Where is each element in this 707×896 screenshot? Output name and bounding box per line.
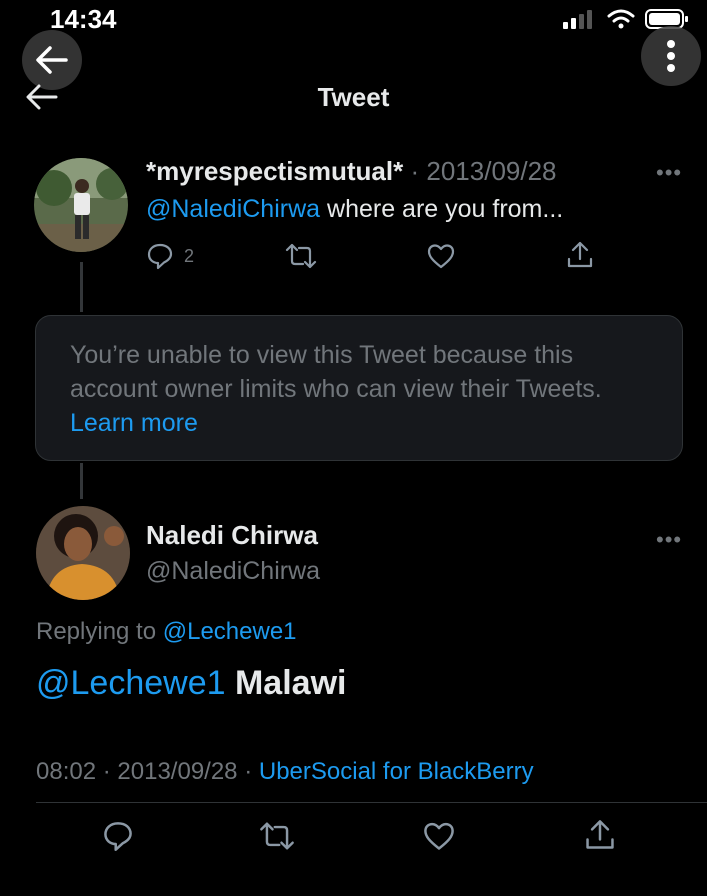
reply-icon <box>147 243 173 270</box>
like-button[interactable] <box>426 242 456 270</box>
tweet-more-button[interactable]: ••• <box>656 527 682 553</box>
mention-link[interactable]: @NalediChirwa <box>146 195 320 223</box>
replying-prefix: Replying to <box>36 618 157 645</box>
overlay-back-button[interactable] <box>22 30 82 90</box>
retweet-icon <box>285 243 317 269</box>
separator: · <box>410 156 420 186</box>
reply-button[interactable]: 2 <box>146 242 194 270</box>
replying-to: Replying to @Lechewe1 <box>36 618 297 646</box>
separator: · <box>244 758 253 785</box>
retweet-icon <box>260 822 294 850</box>
display-name[interactable]: Naledi Chirwa <box>146 520 318 551</box>
heart-icon <box>424 822 454 850</box>
share-icon <box>586 820 614 849</box>
tweet-date: 2013/09/28 <box>117 758 238 785</box>
tweet-text: Malawi <box>234 664 347 702</box>
tweet-source-link[interactable]: UberSocial for BlackBerry <box>259 758 534 785</box>
heart-icon <box>427 244 455 269</box>
page-title: Tweet <box>317 82 390 112</box>
retweet-button[interactable] <box>258 820 296 852</box>
tweet-meta: 08:02 · 2013/09/28 · UberSocial for Blac… <box>36 758 534 786</box>
notice-text: You’re unable to view this Tweet because… <box>70 341 602 403</box>
vertical-dots-icon <box>667 40 675 72</box>
share-button[interactable] <box>566 240 594 270</box>
separator: · <box>102 758 111 785</box>
arrow-left-icon <box>36 46 68 74</box>
wifi-icon <box>607 8 635 35</box>
mention-link[interactable]: @Lechewe1 <box>36 664 226 702</box>
tweet-time: 08:02 <box>36 758 97 785</box>
replying-to-link[interactable]: @Lechewe1 <box>163 618 297 645</box>
main-tweet-text: @Lechewe1 Malawi <box>36 664 346 703</box>
cellular-signal-icon <box>561 8 597 35</box>
tweet-text: where are you from... <box>327 195 564 223</box>
avatar[interactable] <box>34 158 128 252</box>
horizontal-dots-icon: ••• <box>656 527 683 552</box>
thread-line <box>80 463 83 499</box>
share-button[interactable] <box>584 818 616 852</box>
tweet-more-button[interactable]: ••• <box>656 160 682 186</box>
unavailable-tweet-notice: You’re unable to view this Tweet because… <box>35 315 683 461</box>
like-button[interactable] <box>422 820 456 852</box>
reply-icon <box>104 822 132 851</box>
overlay-more-button[interactable] <box>641 26 701 86</box>
divider <box>36 802 707 803</box>
thread-line <box>80 262 83 312</box>
retweet-button[interactable] <box>284 242 318 270</box>
avatar[interactable] <box>36 506 130 600</box>
tweet-date[interactable]: 2013/09/28 <box>426 156 556 186</box>
user-handle[interactable]: @NalediChirwa <box>146 557 320 586</box>
display-name[interactable]: *myrespectismutual* <box>146 156 403 186</box>
reply-button[interactable] <box>102 820 134 852</box>
share-icon <box>567 241 593 268</box>
horizontal-dots-icon: ••• <box>656 160 683 185</box>
learn-more-link[interactable]: Learn more <box>70 409 198 437</box>
parent-tweet-header: *myrespectismutual* · 2013/09/28 <box>146 156 557 187</box>
reply-count: 2 <box>184 245 195 266</box>
parent-tweet-text: @NalediChirwa where are you from... <box>146 195 563 224</box>
